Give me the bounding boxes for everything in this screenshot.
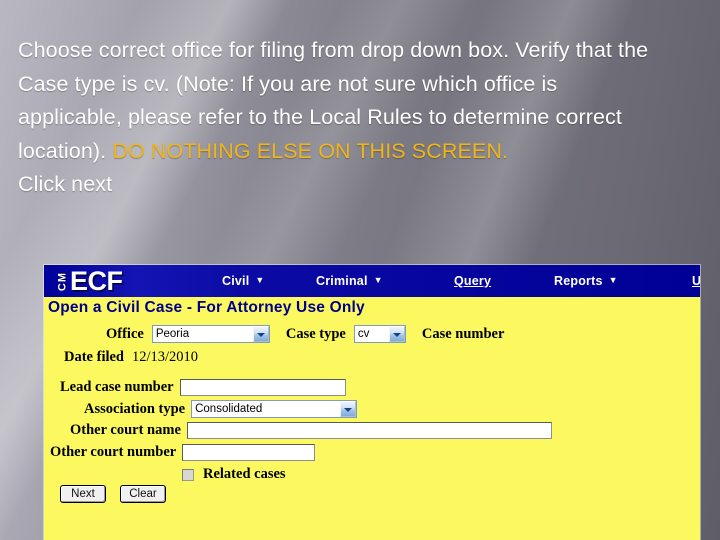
- other-court-name-label: Other court name: [70, 422, 181, 438]
- instruction-paragraph: Choose correct office for filing from dr…: [18, 34, 666, 168]
- page-title: Open a Civil Case - For Attorney Use Onl…: [48, 299, 365, 316]
- cmecf-navigation-bar: CM ECF Civil ▼ Criminal ▼ Query Reports ▼ U: [44, 265, 700, 297]
- date-filed-label: Date filed: [64, 349, 124, 365]
- form-buttons: Next Clear: [60, 485, 166, 503]
- case-type-label: Case type: [285, 325, 346, 342]
- other-court-number-input[interactable]: [182, 444, 316, 461]
- other-court-number-label: Other court number: [50, 444, 177, 460]
- association-type-row: Association type Consolidated: [84, 400, 358, 418]
- slide-canvas: Choose correct office for filing from dr…: [0, 0, 720, 540]
- nav-item-reports[interactable]: Reports ▼: [554, 274, 618, 288]
- association-type-label: Association type: [84, 400, 186, 417]
- other-court-name-input[interactable]: [186, 422, 552, 439]
- related-cases-row: Related cases: [182, 466, 286, 483]
- case-type-select[interactable]: cv: [353, 325, 406, 343]
- lead-case-number-input[interactable]: [179, 379, 346, 396]
- cmecf-logo-cm: CM: [56, 271, 69, 291]
- lead-case-number-label: Lead case number: [60, 379, 174, 395]
- case-number-label: Case number: [421, 325, 505, 342]
- cmecf-screenshot: CM ECF Civil ▼ Criminal ▼ Query Reports ▼ U…: [44, 265, 700, 540]
- click-next-paragraph: Click next: [18, 172, 113, 196]
- cmecf-logo-ecf: ECF: [70, 266, 123, 296]
- office-select-value: Peoria: [155, 328, 190, 340]
- date-filed-row: Date filed 12/13/2010: [64, 349, 198, 366]
- chevron-down-icon: ▼: [373, 275, 383, 285]
- chevron-down-icon[interactable]: [252, 326, 269, 342]
- office-label: Office: [106, 325, 144, 342]
- nav-item-civil-label: Civil: [222, 274, 250, 288]
- case-type-select-value: cv: [357, 328, 370, 340]
- chevron-down-icon: ▼: [255, 275, 265, 285]
- lead-case-number-row: Lead case number: [60, 379, 346, 396]
- nav-item-reports-label: Reports: [554, 274, 603, 288]
- nav-item-criminal[interactable]: Criminal ▼: [316, 274, 383, 288]
- nav-item-utilities[interactable]: U: [692, 274, 700, 288]
- other-court-number-row: Other court number: [50, 444, 316, 461]
- association-type-select[interactable]: Consolidated: [191, 400, 358, 418]
- nav-item-utilities-label: U: [692, 274, 700, 288]
- nav-item-query-label: Query: [454, 274, 492, 288]
- nav-item-civil[interactable]: Civil ▼: [222, 274, 265, 288]
- nav-item-criminal-label: Criminal: [316, 274, 368, 288]
- office-select[interactable]: Peoria: [151, 325, 270, 343]
- related-cases-label: Related cases: [203, 466, 286, 482]
- chevron-down-icon[interactable]: [388, 326, 405, 342]
- clear-button[interactable]: Clear: [120, 485, 166, 503]
- date-filed-value: 12/13/2010: [132, 349, 199, 365]
- related-cases-checkbox[interactable]: [182, 468, 194, 481]
- chevron-down-icon: ▼: [608, 275, 618, 285]
- cmecf-logo: CM ECF: [52, 266, 123, 296]
- other-court-name-row: Other court name: [70, 422, 552, 439]
- association-type-select-value: Consolidated: [195, 403, 263, 415]
- warning-text: DO NOTHING ELSE ON THIS SCREEN.: [112, 138, 509, 163]
- next-button[interactable]: Next: [60, 485, 106, 503]
- chevron-down-icon[interactable]: [340, 401, 357, 417]
- slide-body-text: Choose correct office for filing from dr…: [18, 34, 666, 202]
- nav-item-query[interactable]: Query: [454, 274, 491, 288]
- office-row: Office Peoria Case type cv Case number: [106, 325, 504, 343]
